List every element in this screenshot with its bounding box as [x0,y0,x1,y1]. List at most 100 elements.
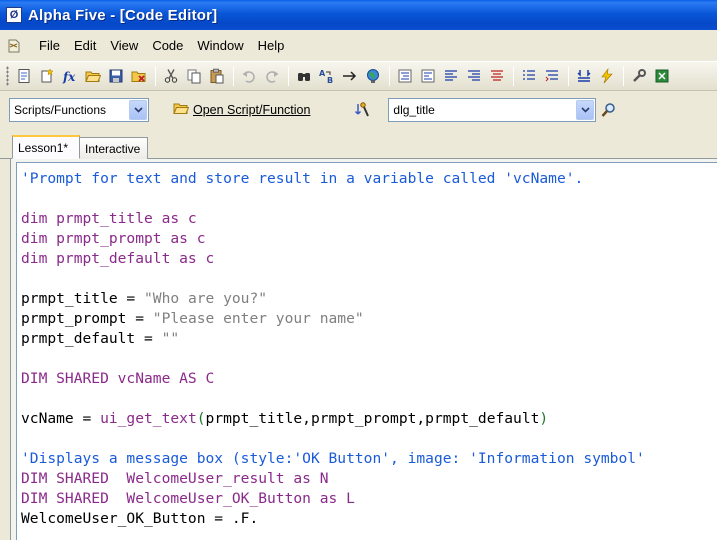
align-right-icon[interactable] [463,65,485,87]
replace-icon[interactable]: AB [316,65,338,87]
list-icon[interactable] [518,65,540,87]
tab-interactive[interactable]: Interactive [79,137,148,159]
code-line[interactable] [21,189,717,209]
save-icon[interactable] [105,65,127,87]
open-script-button[interactable]: Open Script/Function [173,100,310,119]
code-token: dim prmpt_default as c [21,250,215,267]
goto-icon[interactable] [339,65,361,87]
code-line[interactable]: 'Prompt for text and store result in a v… [21,169,717,189]
indent-icon[interactable] [394,65,416,87]
svg-text:B: B [327,76,333,84]
script-name-value: dlg_title [393,102,435,117]
function-icon[interactable]: fx [59,65,81,87]
script-name-dropdown[interactable]: dlg_title [388,97,597,122]
menu-bar: File Edit View Code Window Help [0,30,717,61]
code-line[interactable] [21,389,717,409]
menu-edit[interactable]: Edit [67,35,103,56]
code-token: ( [196,410,206,427]
editor-frame: 'Prompt for text and store result in a v… [10,159,717,540]
code-line[interactable]: prmpt_title = "Who are you?" [21,289,717,309]
code-token: dim prmpt_title as c [21,210,197,227]
toolbar-separator [389,66,390,86]
category-dropdown[interactable]: Scripts/Functions [9,97,149,122]
find-icon[interactable] [293,65,315,87]
code-token: 'Prompt for text and store result in a v… [21,170,584,187]
code-line[interactable]: dim prmpt_title as c [21,209,717,229]
cut-icon[interactable] [160,65,182,87]
code-token: "" [161,330,180,347]
tab-lesson1[interactable]: Lesson1* [12,135,80,159]
chevron-down-icon[interactable] [129,99,147,120]
search-icon[interactable] [601,102,617,118]
globe-icon[interactable] [362,65,384,87]
tools-icon[interactable] [628,65,650,87]
menu-view[interactable]: View [103,35,145,56]
title-bar: Ø Alpha Five - [Code Editor] [0,0,717,30]
window-title: Alpha Five - [Code Editor] [28,6,218,24]
tool-icon[interactable] [354,101,372,119]
code-editor[interactable]: 'Prompt for text and store result in a v… [16,162,717,540]
code-line[interactable]: dim prmpt_prompt as c [21,229,717,249]
undo-icon[interactable] [238,65,260,87]
outdent-icon[interactable] [417,65,439,87]
code-line[interactable] [21,349,717,369]
menu-window[interactable]: Window [190,35,250,56]
excel-icon[interactable] [651,65,673,87]
code-line[interactable] [21,269,717,289]
menu-help[interactable]: Help [251,35,292,56]
toolbar-separator [155,66,156,86]
code-token: DIM SHARED WelcomeUser_result as N [21,470,329,487]
toolbar-grip[interactable] [6,66,9,86]
list2-icon[interactable] [541,65,563,87]
code-token: "Please enter your name" [152,310,364,327]
code-line[interactable]: DIM SHARED vcName AS C [21,369,717,389]
toolbar-separator [513,66,514,86]
code-line[interactable]: prmpt_default = "" [21,329,717,349]
align-center-icon[interactable] [486,65,508,87]
copy-icon[interactable] [183,65,205,87]
code-token: DIM SHARED vcName AS C [21,370,215,387]
code-token: WelcomeUser_OK_Button = .F. [21,510,259,527]
code-token: ui_get_text [100,410,197,427]
document-icon[interactable] [4,36,24,56]
redo-icon[interactable] [261,65,283,87]
code-token: 'Displays a message box (style:'OK Butto… [21,450,645,467]
main-toolbar: fx AB [0,61,717,91]
chevron-down-icon[interactable] [576,99,595,120]
code-line[interactable]: dim prmpt_default as c [21,249,717,269]
code-line[interactable] [21,429,717,449]
code-token: vcName = [21,410,101,427]
toolbar-separator [623,66,624,86]
code-token: prmpt_title = [21,290,145,307]
new-wizard-icon[interactable] [36,65,58,87]
code-token: dim prmpt_prompt as c [21,230,206,247]
app-icon[interactable]: Ø [6,7,22,23]
close-icon[interactable] [128,65,150,87]
align-left-icon[interactable] [440,65,462,87]
toolbar-separator [568,66,569,86]
code-token: prmpt_default = [21,330,162,347]
code-token: ) [539,410,549,427]
code-line[interactable]: WelcomeUser_OK_Button = .F. [21,509,717,529]
code-line[interactable]: vcName = ui_get_text(prmpt_title,prmpt_p… [21,409,717,429]
svg-text:A: A [319,69,326,78]
menu-file[interactable]: File [32,35,67,56]
step-icon[interactable] [573,65,595,87]
tab-label: Lesson1* [18,141,69,155]
code-line[interactable]: prmpt_prompt = "Please enter your name" [21,309,717,329]
code-token: "Who are you?" [144,290,268,307]
toolbar-separator [288,66,289,86]
run-icon[interactable] [596,65,618,87]
code-line[interactable]: DIM SHARED WelcomeUser_result as N [21,469,717,489]
code-line[interactable]: 'Displays a message box (style:'OK Butto… [21,449,717,469]
menu-code[interactable]: Code [145,35,190,56]
open-icon[interactable] [82,65,104,87]
script-toolbar: Scripts/Functions Open Script/Function d… [0,91,717,128]
paste-icon[interactable] [206,65,228,87]
code-line[interactable]: DIM SHARED WelcomeUser_OK_Button as L [21,489,717,509]
code-token: DIM SHARED WelcomeUser_OK_Button as L [21,490,355,507]
code-token: prmpt_prompt = [21,310,153,327]
category-value: Scripts/Functions [14,102,107,117]
new-icon[interactable] [13,65,35,87]
open-script-label: Open Script/Function [193,102,311,117]
